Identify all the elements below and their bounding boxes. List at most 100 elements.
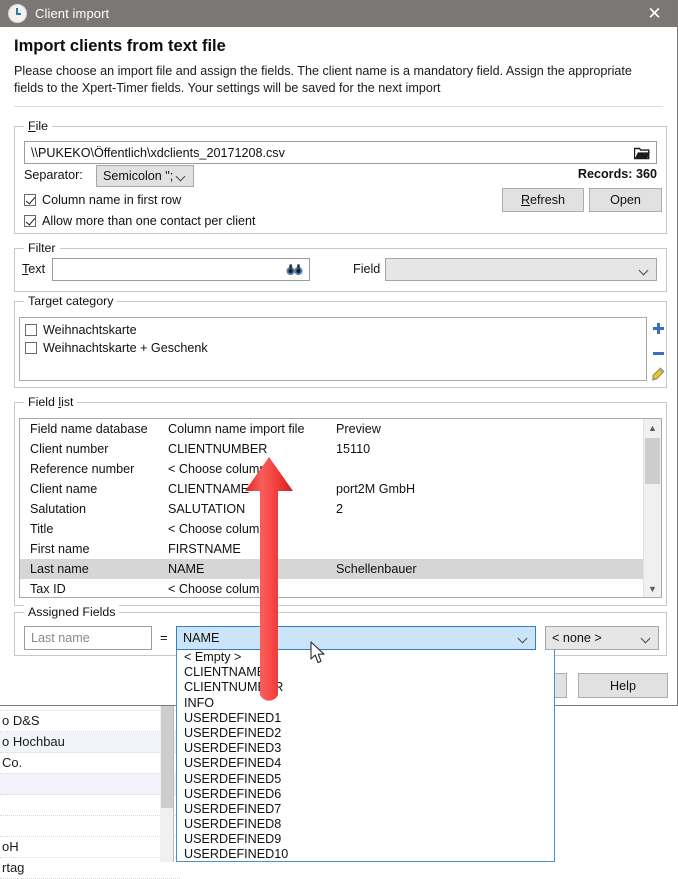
background-row: rtag	[0, 858, 180, 879]
cell-column: SALUTATION	[168, 499, 336, 519]
column-header: Preview	[336, 419, 661, 439]
dropdown-option[interactable]: USERDEFINED5	[177, 772, 554, 787]
table-row[interactable]: Salutation SALUTATION 2	[20, 499, 661, 519]
dropdown-option[interactable]: USERDEFINED10	[177, 847, 554, 862]
chevron-down-icon	[177, 171, 187, 181]
background-row	[0, 816, 180, 837]
checkbox-icon[interactable]	[24, 215, 36, 227]
target-category-list[interactable]: Weihnachtskarte Weihnachtskarte + Gesche…	[19, 317, 647, 381]
cell-preview: 15110	[336, 439, 661, 459]
table-row[interactable]: Title < Choose column >	[20, 519, 661, 539]
dropdown-option[interactable]: USERDEFINED6	[177, 787, 554, 802]
cell-column: NAME	[168, 559, 336, 579]
filter-field-label: Field	[353, 262, 380, 276]
table-row[interactable]: Tax ID < Choose column >	[20, 579, 661, 598]
pencil-icon	[651, 367, 665, 381]
cell-column: CLIENTNUMBER	[168, 439, 336, 459]
dropdown-option[interactable]: USERDEFINED7	[177, 802, 554, 817]
assigned-field-mapping-value: NAME	[183, 631, 515, 645]
table-row-selected[interactable]: Last name NAME Schellenbauer	[20, 559, 661, 579]
field-list-table[interactable]: Field name database Column name import f…	[19, 418, 662, 598]
dropdown-option[interactable]: CLIENTNAME	[177, 665, 554, 680]
column-name-first-row-checkbox[interactable]: Column name in first row	[24, 193, 181, 207]
background-row: o D&S	[0, 711, 180, 732]
column-header: Column name import file	[168, 419, 336, 439]
target-category-edit-button[interactable]	[651, 367, 665, 384]
checkbox-label: Column name in first row	[42, 193, 181, 207]
open-button[interactable]: Open	[589, 188, 662, 212]
assigned-field-secondary-value: < none >	[552, 631, 638, 645]
file-path-input[interactable]: \\PUKEKO\Öffentlich\xdclients_20171208.c…	[24, 141, 657, 164]
filter-text-input[interactable]	[52, 258, 310, 281]
checkbox-icon[interactable]	[24, 194, 36, 206]
separator-value: Semicolon ";"	[103, 169, 173, 183]
background-panel-divider	[173, 690, 174, 862]
close-icon[interactable]: ✕	[632, 0, 677, 27]
cell-column: < Choose column >	[168, 579, 336, 598]
target-category-item[interactable]: Weihnachtskarte + Geschenk	[25, 341, 646, 355]
dropdown-option[interactable]: USERDEFINED3	[177, 741, 554, 756]
cell-preview: Schellenbauer	[336, 559, 661, 579]
assigned-field-mapping-select[interactable]: NAME	[176, 626, 536, 650]
dropdown-option[interactable]: < Empty >	[177, 650, 554, 665]
file-group-legend: File	[24, 119, 52, 133]
table-row[interactable]: Client number CLIENTNUMBER 15110	[20, 439, 661, 459]
refresh-button[interactable]: Refresh	[502, 188, 584, 212]
cell-field: Salutation	[20, 499, 168, 519]
cell-field: Last name	[20, 559, 168, 579]
target-category-label: Weihnachtskarte	[43, 323, 137, 337]
folder-open-icon[interactable]	[634, 146, 650, 160]
dropdown-option[interactable]: CLIENTNUMBER	[177, 680, 554, 695]
cell-column: FIRSTNAME	[168, 539, 336, 559]
cell-column: CLIENTNAME	[168, 479, 336, 499]
cell-preview	[336, 579, 661, 598]
table-row[interactable]: First name FIRSTNAME	[20, 539, 661, 559]
cell-field: Client number	[20, 439, 168, 459]
background-row: Co.	[0, 753, 180, 774]
background-row: o Hochbau	[0, 732, 180, 753]
filter-field-select[interactable]	[385, 258, 657, 281]
target-category-add-button[interactable]	[652, 322, 665, 338]
background-row	[0, 774, 180, 795]
checkbox-icon[interactable]	[25, 324, 37, 336]
column-header: Field name database	[20, 419, 168, 439]
assigned-field-secondary-select[interactable]: < none >	[545, 626, 659, 650]
target-category-label: Weihnachtskarte + Geschenk	[43, 341, 208, 355]
client-import-dialog: Client import ✕ Import clients from text…	[0, 0, 678, 706]
dropdown-option[interactable]: USERDEFINED2	[177, 726, 554, 741]
equals-label: =	[160, 630, 168, 645]
dropdown-option[interactable]: USERDEFINED4	[177, 756, 554, 771]
dropdown-option[interactable]: INFO	[177, 696, 554, 711]
chevron-down-icon	[642, 633, 652, 643]
chevron-down-icon[interactable]: ▼	[644, 580, 661, 597]
chevron-up-icon[interactable]: ▲	[644, 419, 661, 436]
assigned-field-name-input[interactable]: Last name	[24, 626, 152, 650]
minus-icon	[652, 347, 665, 360]
scroll-thumb[interactable]	[645, 438, 660, 484]
dropdown-option[interactable]: USERDEFINED1	[177, 711, 554, 726]
assigned-field-dropdown-list[interactable]: < Empty > CLIENTNAME CLIENTNUMBER INFO U…	[176, 650, 555, 862]
table-row[interactable]: Reference number < Choose column >	[20, 459, 661, 479]
dialog-titlebar: Client import ✕	[0, 0, 677, 27]
mouse-cursor	[310, 641, 326, 665]
cell-preview	[336, 459, 661, 479]
separator-select[interactable]: Semicolon ";"	[96, 165, 194, 187]
target-category-remove-button[interactable]	[652, 347, 665, 363]
filter-group-legend: Filter	[24, 241, 60, 255]
plus-icon	[652, 322, 665, 335]
binoculars-icon[interactable]	[286, 264, 303, 276]
field-list-scrollbar[interactable]: ▲ ▼	[643, 419, 661, 597]
table-row[interactable]: Client name CLIENTNAME port2M GmbH	[20, 479, 661, 499]
help-button[interactable]: Help	[578, 673, 668, 698]
target-category-item[interactable]: Weihnachtskarte	[25, 323, 646, 337]
multi-contact-checkbox[interactable]: Allow more than one contact per client	[24, 214, 256, 228]
background-client-grid: o A&C o D&S o Hochbau Co. oH rtag	[0, 690, 180, 862]
background-grid-scroll-thumb[interactable]	[161, 690, 173, 808]
assigned-field-name-value: Last name	[31, 631, 90, 645]
chevron-down-icon	[519, 633, 529, 643]
clock-icon	[8, 4, 27, 23]
dropdown-option[interactable]: USERDEFINED8	[177, 817, 554, 832]
checkbox-icon[interactable]	[25, 342, 37, 354]
dropdown-option[interactable]: USERDEFINED9	[177, 832, 554, 847]
checkbox-label: Allow more than one contact per client	[42, 214, 256, 228]
